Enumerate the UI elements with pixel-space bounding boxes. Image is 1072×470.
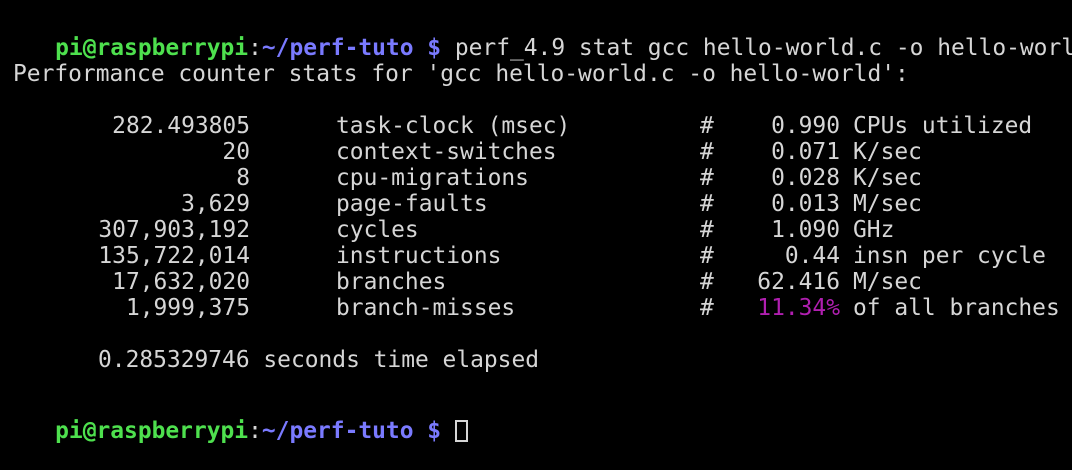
stat-ratio: 11.34% [757,295,840,321]
stat-unit: insn per cycle [853,243,1046,269]
stat-event: branches [336,269,447,295]
stat-unit: of all branches [853,295,1060,321]
stat-ratio: 0.028 [771,165,840,191]
stat-ratio: 0.44 [784,243,840,269]
prompt-user-host: pi@raspberrypi [55,35,249,61]
stat-unit: M/sec [853,191,922,217]
stat-value: 135,722,014 [98,243,250,269]
stat-row: 282.493805 task-clock (msec) #0.990 CPUs ut… [0,113,1072,139]
stat-hash: # [700,139,714,165]
stat-unit: GHz [853,217,895,243]
stat-value: 307,903,192 [98,217,250,243]
stat-row: 1,999,375 branch-misses #11.34% of all bran… [0,295,1072,321]
next-prompt-line: pi@raspberrypi:~/perf-tuto $ [0,392,468,444]
stat-hash: # [700,217,714,243]
stat-row: 135,722,014 instructions #0.44 insn per cyc… [0,243,1072,269]
stat-row: 20 context-switches #0.071 K/sec [0,139,1072,165]
prompt-path: ~/perf-tuto [261,418,414,444]
stat-event: context-switches [336,139,557,165]
stat-value: 17,632,020 [112,269,250,295]
stat-row: 3,629 page-faults #0.013 M/sec [0,191,1072,217]
stat-hash: # [700,113,714,139]
stat-event: cpu-migrations [336,165,529,191]
stat-hash: # [700,191,714,217]
stat-unit: CPUs utilized [853,113,1033,139]
stat-ratio: 0.990 [771,113,840,139]
stat-ratio: 0.071 [771,139,840,165]
stats-header: Performance counter stats for 'gcc hello… [13,61,909,87]
stat-unit: K/sec [853,165,922,191]
stat-event: instructions [336,243,502,269]
prompt-user-host: pi@raspberrypi [55,418,249,444]
stat-hash: # [700,243,714,269]
command-text: perf_4.9 stat gcc hello-world.c -o hello… [454,35,1072,61]
stat-unit: M/sec [853,269,922,295]
terminal-cursor[interactable] [454,420,468,442]
stat-event: cycles [336,217,419,243]
command-line: pi@raspberrypi:~/perf-tuto $ perf_4.9 st… [0,9,1072,61]
stat-ratio: 0.013 [771,191,840,217]
stat-value: 3,629 [181,191,250,217]
prompt-path: ~/perf-tuto [261,35,414,61]
prompt-colon: : [248,418,262,444]
stat-ratio: 62.416 [757,269,840,295]
stat-value: 8 [236,165,250,191]
stat-ratio: 1.090 [771,217,840,243]
prompt-symbol: $ [413,35,455,61]
stat-row: 17,632,020 branches #62.416 M/sec [0,269,1072,295]
stat-value: 282.493805 [112,113,250,139]
stat-row: 307,903,192 cycles #1.090 GHz [0,217,1072,243]
stat-event: task-clock (msec) [336,113,571,139]
stat-unit: K/sec [853,139,922,165]
prompt-symbol: $ [413,418,455,444]
elapsed-time: 0.285329746 seconds time elapsed [98,347,540,373]
stat-hash: # [700,165,714,191]
stat-event: page-faults [336,191,488,217]
terminal-window[interactable]: pi@raspberrypi:~/perf-tuto $ perf_4.9 st… [0,0,1072,444]
stat-event: branch-misses [336,295,516,321]
prompt-colon: : [248,35,262,61]
stat-hash: # [700,269,714,295]
stat-value: 20 [222,139,250,165]
stat-hash: # [700,295,714,321]
stat-value: 1,999,375 [125,295,250,321]
stat-row: 8 cpu-migrations #0.028 K/sec [0,165,1072,191]
